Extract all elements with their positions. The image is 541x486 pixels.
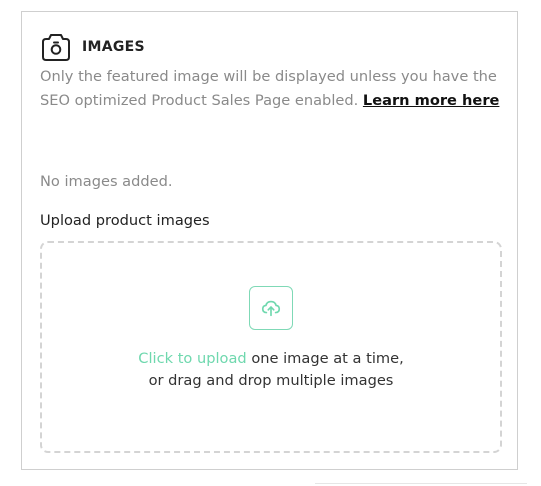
cloud-upload-icon[interactable] [249, 286, 293, 330]
empty-state-text: No images added. [40, 173, 173, 190]
upload-instruction-line2: or drag and drop multiple images [148, 372, 394, 389]
image-dropzone[interactable]: Click to upload one image at a time, or … [40, 241, 502, 453]
images-header: IMAGES [40, 31, 145, 63]
images-card: IMAGES Only the featured image will be d… [21, 11, 518, 470]
camera-icon [40, 31, 72, 63]
divider [315, 483, 527, 484]
upload-instruction-line1: one image at a time, [246, 350, 404, 367]
section-title: IMAGES [82, 39, 145, 55]
upload-instructions: Click to upload one image at a time, or … [42, 348, 500, 392]
section-description: Only the featured image will be displaye… [40, 65, 510, 113]
learn-more-link[interactable]: Learn more here [363, 92, 500, 109]
upload-label: Upload product images [40, 212, 210, 229]
click-to-upload-link[interactable]: Click to upload [138, 350, 246, 367]
